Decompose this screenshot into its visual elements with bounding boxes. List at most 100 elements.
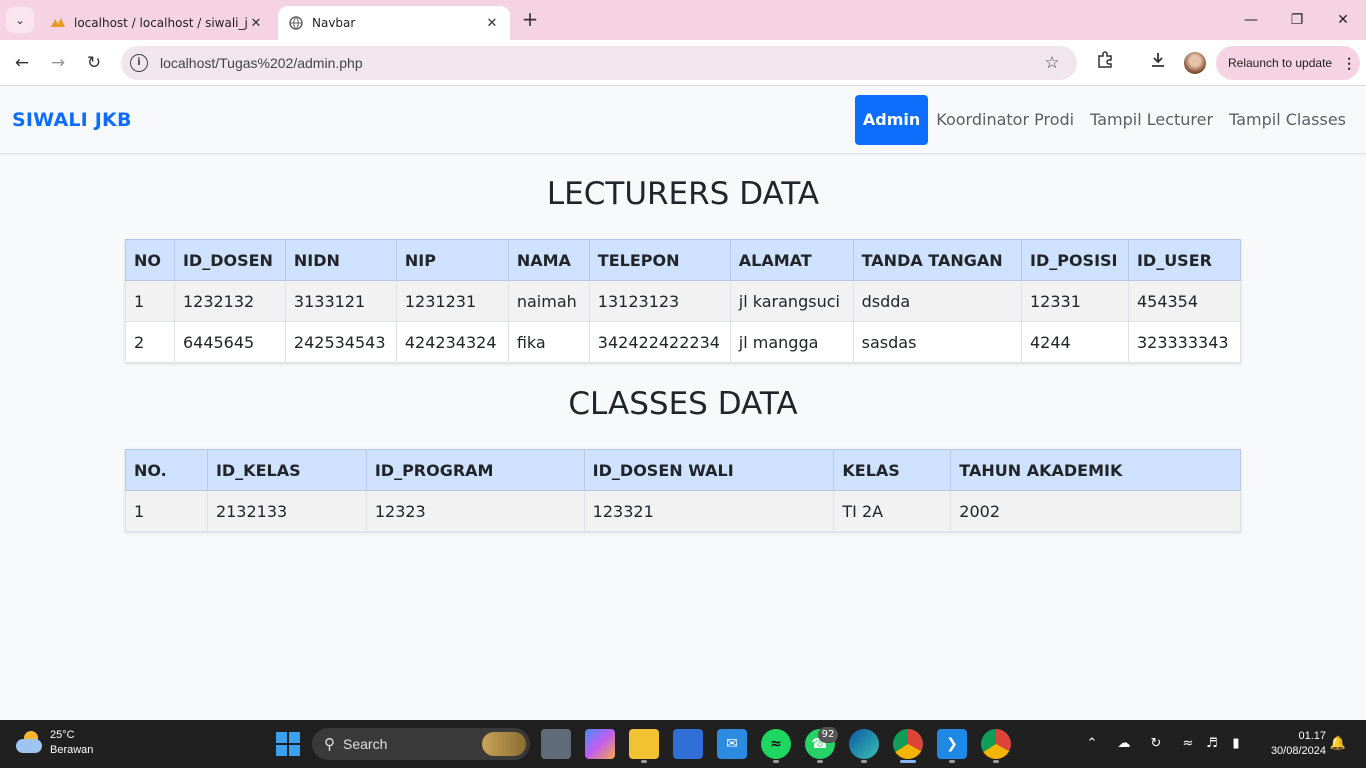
partly-cloudy-icon (16, 731, 44, 755)
nav-link-koordinator-prodi[interactable]: Koordinator Prodi (928, 95, 1082, 145)
search-label: Search (343, 736, 388, 752)
forward-arrow-icon[interactable]: → (46, 51, 70, 75)
table-cell: 1232132 (173, 280, 286, 322)
column-header: ALAMAT (729, 239, 854, 281)
reload-icon[interactable]: ↻ (82, 51, 106, 75)
classes-table: NO. ID_KELAS ID_PROGRAM ID_DOSEN WALI KE… (125, 449, 1241, 532)
table-cell: sasdas (852, 321, 1022, 363)
mail-icon[interactable]: ✉ (717, 729, 747, 759)
column-header: ID_KELAS (206, 449, 367, 491)
volume-icon[interactable]: ♬ (1202, 734, 1222, 754)
table-cell: jl karangsuci (729, 280, 854, 322)
lecturers-table: NO ID_DOSEN NIDN NIP NAMA TELEPON ALAMAT… (125, 239, 1242, 363)
edge-icon[interactable] (849, 729, 879, 759)
table-cell: 1 (125, 280, 175, 322)
notification-bell-icon[interactable]: 🔔 (1328, 734, 1348, 754)
microsoft-store-icon[interactable] (673, 729, 703, 759)
table-cell: 424234324 (395, 321, 509, 363)
new-tab-button[interactable]: + (518, 8, 542, 32)
table-cell: TI 2A (833, 490, 952, 532)
nav-link-tampil-classes[interactable]: Tampil Classes (1221, 95, 1354, 145)
clock-date: 30/08/2024 (1270, 745, 1326, 757)
phpmyadmin-icon (50, 15, 66, 31)
system-clock[interactable]: 01.17 30/08/2024 (1256, 729, 1326, 759)
table-cell: 4244 (1020, 321, 1129, 363)
restore-button[interactable]: ❐ (1282, 8, 1312, 32)
weather-text: 25°C Berawan (50, 728, 93, 758)
nav-links: Admin Koordinator Prodi Tampil Lecturer … (854, 95, 1354, 145)
column-header: NAMA (507, 239, 590, 281)
tab-title: localhost / localhost / siwali_jkb (74, 16, 248, 30)
column-header: NIP (395, 239, 509, 281)
nav-link-admin[interactable]: Admin (854, 95, 929, 145)
weather-desc: Berawan (50, 744, 94, 756)
column-header: ID_DOSEN WALI (583, 449, 835, 491)
column-header: NO (125, 239, 175, 281)
column-header: ID_POSISI (1020, 239, 1129, 281)
search-highlight-icon (482, 732, 526, 756)
chrome-icon[interactable] (893, 729, 923, 759)
bookmark-star-icon[interactable]: ☆ (1041, 53, 1063, 73)
globe-icon (288, 15, 304, 31)
table-cell: 323333343 (1127, 321, 1242, 363)
table-cell: 454354 (1127, 280, 1242, 322)
table-row: 2 6445645 242534543 424234324 fika 34242… (125, 321, 1242, 363)
vscode-icon[interactable]: ❯ (937, 729, 967, 759)
tab-search-button[interactable]: ⌄ (6, 7, 34, 33)
browser-toolbar: ← → ↻ i localhost/Tugas%202/admin.php ☆ … (0, 40, 1366, 86)
column-header: KELAS (833, 449, 952, 491)
table-cell: 12331 (1020, 280, 1129, 322)
minimize-button[interactable]: — (1236, 8, 1266, 32)
table-cell: 12323 (365, 490, 585, 532)
table-header-row: NO. ID_KELAS ID_PROGRAM ID_DOSEN WALI KE… (125, 449, 1241, 491)
profile-avatar[interactable] (1184, 52, 1206, 74)
site-navbar: SIWALI JKB Admin Koordinator Prodi Tampi… (0, 87, 1366, 154)
table-cell: 2002 (950, 490, 1241, 532)
battery-icon[interactable]: ▮ (1226, 734, 1246, 754)
column-header: TANDA TANGAN (852, 239, 1022, 281)
close-window-button[interactable]: ✕ (1328, 8, 1358, 32)
nav-link-tampil-lecturer[interactable]: Tampil Lecturer (1082, 95, 1221, 145)
tab-phpmyadmin[interactable]: localhost / localhost / siwali_jkb ✕ (40, 6, 274, 40)
more-vert-icon[interactable]: ⋮ (1342, 55, 1356, 72)
whatsapp-badge: 92 (818, 727, 838, 743)
table-cell: 2132133 (206, 490, 367, 532)
file-explorer-icon[interactable] (629, 729, 659, 759)
download-icon[interactable] (1146, 51, 1170, 75)
site-brand[interactable]: SIWALI JKB (12, 109, 132, 131)
tab-title: Navbar (312, 16, 356, 30)
tab-navbar[interactable]: Navbar ✕ (278, 6, 510, 40)
sync-icon[interactable]: ↻ (1146, 734, 1166, 754)
table-cell: 6445645 (173, 321, 286, 363)
back-arrow-icon[interactable]: ← (10, 51, 34, 75)
url-text[interactable]: localhost/Tugas%202/admin.php (160, 55, 1041, 71)
windows-start-icon[interactable] (273, 729, 303, 759)
lecturers-title: LECTURERS DATA (546, 176, 820, 212)
task-view-icon[interactable] (541, 729, 571, 759)
active-indicator (900, 760, 916, 763)
weather-widget[interactable]: 25°C Berawan (16, 728, 93, 758)
close-icon[interactable]: ✕ (248, 16, 264, 31)
address-bar[interactable]: i localhost/Tugas%202/admin.php ☆ (121, 46, 1077, 80)
table-cell: 242534543 (284, 321, 397, 363)
relaunch-button[interactable]: Relaunch to update ⋮ (1216, 46, 1360, 80)
spotify-icon[interactable]: ≈ (761, 729, 791, 759)
wifi-icon[interactable]: ≈ (1178, 734, 1198, 754)
onedrive-icon[interactable]: ☁ (1114, 734, 1134, 754)
table-cell: 123321 (583, 490, 835, 532)
column-header: NIDN (284, 239, 397, 281)
table-cell: 2 (125, 321, 175, 363)
table-cell: jl mangga (729, 321, 854, 363)
chrome-profile-icon[interactable] (981, 729, 1011, 759)
table-row: 1 2132133 12323 123321 TI 2A 2002 (125, 490, 1241, 532)
running-indicator (993, 760, 999, 763)
extensions-puzzle-icon[interactable] (1093, 51, 1117, 75)
site-info-icon[interactable]: i (130, 54, 148, 72)
taskbar-search[interactable]: ⚲ Search (312, 728, 530, 760)
chevron-up-icon[interactable]: ⌃ (1082, 734, 1102, 754)
table-cell: dsdda (852, 280, 1022, 322)
close-icon[interactable]: ✕ (484, 16, 500, 31)
copilot-icon[interactable] (585, 729, 615, 759)
table-cell: 13123123 (588, 280, 731, 322)
chevron-down-icon: ⌄ (15, 13, 25, 27)
